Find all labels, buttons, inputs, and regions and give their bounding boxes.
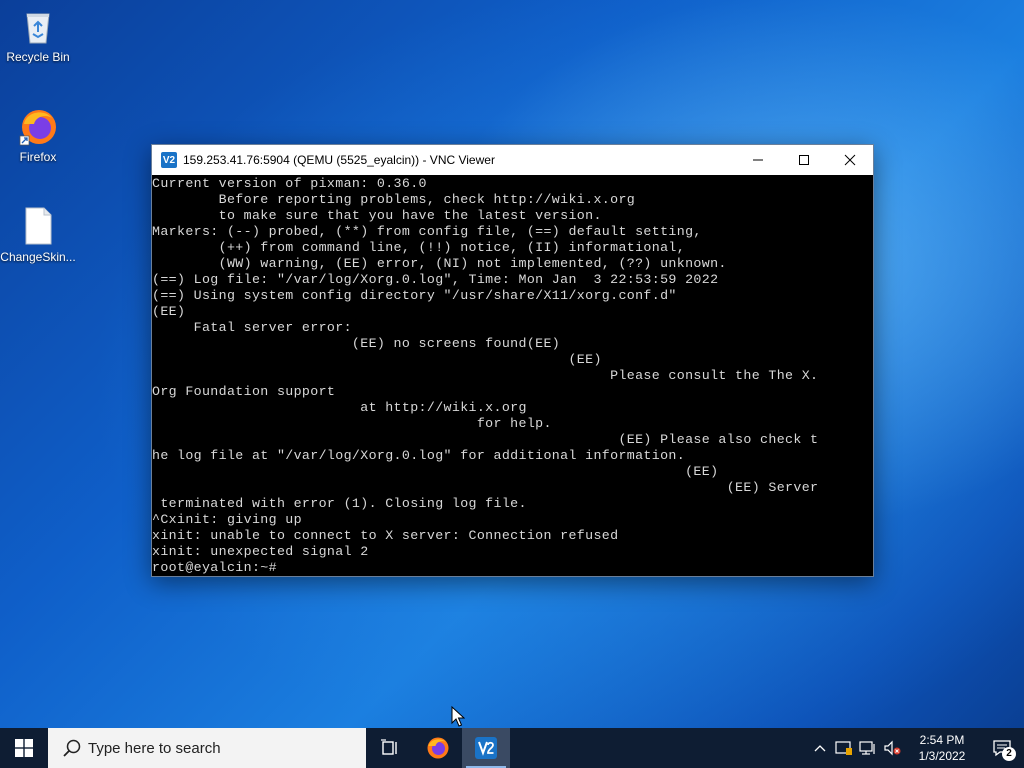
terminal-line: xinit: unable to connect to X server: Co… <box>152 528 619 543</box>
window-title: 159.253.41.76:5904 (QEMU (5525_eyalcin))… <box>183 153 495 167</box>
clock-date: 1/3/2022 <box>918 749 966 763</box>
terminal-line: (EE) <box>152 352 602 367</box>
vnc-viewer-icon <box>475 737 497 759</box>
terminal-line: ^Cxinit: giving up <box>152 512 302 527</box>
firefox-icon <box>427 737 449 759</box>
show-hidden-icons-button[interactable] <box>808 728 832 768</box>
firefox-icon <box>18 106 58 146</box>
terminal-line: Please consult the The X. <box>152 368 819 383</box>
terminal-line: Fatal server error: <box>152 320 352 335</box>
taskbar-clock[interactable]: 2:54 PM 1/3/2022 <box>904 728 980 768</box>
terminal-line: he log file at "/var/log/Xorg.0.log" for… <box>152 448 686 463</box>
terminal-line: Org Foundation support <box>152 384 336 399</box>
desktop-icon-firefox[interactable]: Firefox <box>0 106 76 164</box>
volume-button[interactable] <box>880 728 904 768</box>
network-button[interactable] <box>856 728 880 768</box>
start-button[interactable] <box>0 728 48 768</box>
system-tray: 2:54 PM 1/3/2022 2 <box>808 728 1024 768</box>
desktop-icon-label: Firefox <box>19 150 57 164</box>
window-titlebar[interactable]: V2 159.253.41.76:5904 (QEMU (5525_eyalci… <box>152 145 873 175</box>
terminal-line: Before reporting problems, check http://… <box>152 192 636 207</box>
terminal-line: (EE) <box>152 304 186 319</box>
action-center-button[interactable]: 2 <box>980 728 1024 768</box>
terminal-line: to make sure that you have the latest ve… <box>152 208 602 223</box>
clock-time: 2:54 PM <box>919 733 965 747</box>
terminal-line: (WW) warning, (EE) error, (NI) not imple… <box>152 256 727 271</box>
terminal-line: (EE) Please also check t <box>152 432 819 447</box>
windows-logo-icon <box>15 739 33 757</box>
network-icon <box>859 741 875 755</box>
terminal-line: for help. <box>152 416 552 431</box>
terminal-line: (++) from command line, (!!) notice, (II… <box>152 240 686 255</box>
recycle-bin-icon <box>18 6 58 46</box>
taskbar-search-box[interactable]: Type here to search <box>48 728 366 768</box>
taskbar: Type here to search 2:54 PM 1/3/2022 2 <box>0 728 1024 768</box>
terminal-line: at http://wiki.x.org <box>152 400 527 415</box>
desktop-icon-label: Recycle Bin <box>6 50 70 64</box>
tray-app-button[interactable] <box>832 728 856 768</box>
maximize-icon <box>799 155 809 165</box>
security-center-icon <box>835 741 852 755</box>
notification-count-badge: 2 <box>1002 747 1016 761</box>
volume-muted-icon <box>884 740 901 756</box>
taskbar-firefox[interactable] <box>414 728 462 768</box>
taskbar-vnc-viewer[interactable] <box>462 728 510 768</box>
search-placeholder: Type here to search <box>88 739 221 757</box>
vnc-viewer-window[interactable]: V2 159.253.41.76:5904 (QEMU (5525_eyalci… <box>151 144 874 577</box>
terminal-line: Current version of pixman: 0.36.0 <box>152 176 427 191</box>
task-view-icon <box>381 739 397 755</box>
vnc-app-icon: V2 <box>161 152 177 168</box>
terminal-line: (EE) Server <box>152 480 819 495</box>
terminal-line: xinit: unexpected signal 2 <box>152 544 369 559</box>
remote-terminal-screen[interactable]: Current version of pixman: 0.36.0 Before… <box>152 175 873 576</box>
desktop-icon-changeskin[interactable]: ChangeSkin... <box>0 206 76 264</box>
terminal-line: (==) Log file: "/var/log/Xorg.0.log", Ti… <box>152 272 719 287</box>
file-icon <box>18 206 58 246</box>
terminal-output: Current version of pixman: 0.36.0 Before… <box>152 175 873 576</box>
terminal-line: (==) Using system config directory "/usr… <box>152 288 677 303</box>
terminal-line: (EE) <box>152 464 719 479</box>
minimize-button[interactable] <box>735 145 781 175</box>
terminal-line: root@eyalcin:~# <box>152 560 277 575</box>
desktop-icon-recycle-bin[interactable]: Recycle Bin <box>0 6 76 64</box>
close-icon <box>844 154 856 166</box>
close-button[interactable] <box>827 145 873 175</box>
task-view-button[interactable] <box>366 728 414 768</box>
terminal-line: (EE) no screens found(EE) <box>152 336 561 351</box>
desktop-icon-label: ChangeSkin... <box>0 250 76 264</box>
terminal-line: terminated with error (1). Closing log f… <box>152 496 527 511</box>
minimize-icon <box>753 159 763 161</box>
chevron-up-icon <box>814 745 826 752</box>
maximize-button[interactable] <box>781 145 827 175</box>
terminal-line: Markers: (--) probed, (**) from config f… <box>152 224 702 239</box>
search-icon <box>63 739 81 757</box>
